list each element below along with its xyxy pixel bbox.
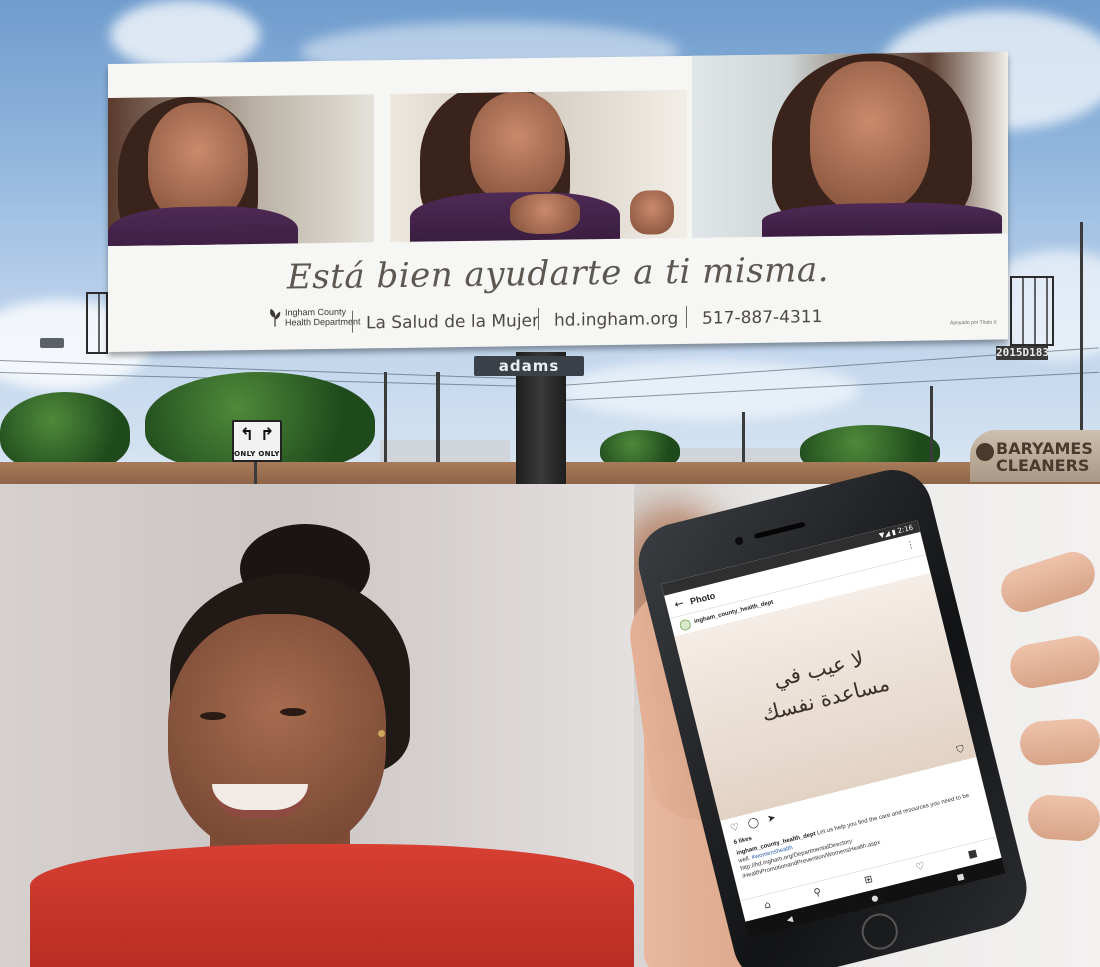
finger — [1018, 717, 1100, 767]
logo-line-2: Health Department — [285, 316, 361, 328]
utility-pole — [384, 372, 387, 464]
comment-icon[interactable]: ◯ — [747, 817, 761, 830]
store-sign: BARYAMES CLEANERS — [970, 430, 1100, 482]
cloud — [560, 360, 860, 420]
street-lamp — [742, 412, 745, 468]
search-icon[interactable]: ⚲ — [813, 887, 823, 899]
tree — [0, 392, 130, 472]
billboard-photo-1 — [108, 94, 374, 246]
billboard-catwalk — [86, 292, 108, 354]
turn-arrows-icon: ↰ ↱ — [239, 425, 275, 445]
utility-pole — [1080, 222, 1083, 432]
billboard-scene: adams 2015D183 Está bien ayudarte a ti m… — [0, 0, 1100, 484]
avatar[interactable] — [678, 617, 692, 632]
building — [380, 440, 510, 464]
health-department-logo: Ingham County Health Department — [268, 306, 361, 328]
leaf-icon — [270, 308, 281, 327]
post-header-title: Photo — [688, 590, 717, 606]
lane-sign-text: ONLY ONLY — [234, 450, 280, 458]
recents-nav-icon[interactable]: ■ — [956, 871, 966, 882]
billboard-photo-3 — [692, 51, 1008, 238]
back-nav-icon[interactable]: ◀ — [786, 914, 794, 924]
divider — [686, 305, 687, 328]
store-name-line-2: CLEANERS — [996, 456, 1090, 475]
eye — [200, 712, 226, 720]
more-options-icon[interactable]: ⋮ — [905, 540, 916, 552]
likes-count[interactable]: 6 likes — [733, 836, 752, 846]
share-icon[interactable]: ➤ — [766, 812, 777, 825]
billboard-catwalk — [1010, 276, 1054, 346]
portrait-photo — [0, 484, 634, 967]
sign-post — [254, 460, 257, 484]
billboard-serial: 2015D183 — [996, 346, 1049, 360]
divider — [352, 310, 353, 333]
billboard-tagline: Está bien ayudarte a ti misma. — [286, 249, 830, 298]
website-text: hd.ingham.org — [554, 309, 679, 331]
billboard-photo-2 — [390, 89, 687, 243]
utility-pole — [436, 372, 440, 464]
eye — [280, 708, 306, 716]
program-name: La Salud de la Mujer — [366, 310, 540, 334]
sponsor-text: Apoyado por Título X — [950, 319, 997, 327]
face — [168, 614, 386, 854]
street-lamp — [930, 386, 933, 466]
home-nav-icon[interactable]: ● — [870, 893, 879, 903]
finger — [1026, 793, 1100, 843]
post-image-text: لا عيب في مساعدة نفسك — [687, 623, 958, 745]
earring — [378, 730, 385, 737]
profile-icon[interactable]: ■ — [967, 848, 979, 861]
phone-number-text: 517-887-4311 — [702, 307, 823, 329]
activity-icon[interactable]: ♡ — [915, 861, 926, 874]
divider — [538, 307, 539, 330]
billboard-brand-plate: adams — [474, 356, 584, 376]
security-camera — [40, 338, 64, 348]
home-icon[interactable]: ⌂ — [763, 899, 772, 911]
like-icon[interactable]: ♡ — [729, 822, 740, 835]
cloud — [110, 0, 260, 70]
store-logo-icon — [976, 443, 994, 461]
red-shirt — [30, 844, 634, 967]
lane-sign: ↰ ↱ ONLY ONLY — [232, 420, 282, 462]
billboard: Está bien ayudarte a ti misma. Ingham Co… — [108, 51, 1008, 353]
add-post-icon[interactable]: ⊞ — [863, 874, 874, 887]
